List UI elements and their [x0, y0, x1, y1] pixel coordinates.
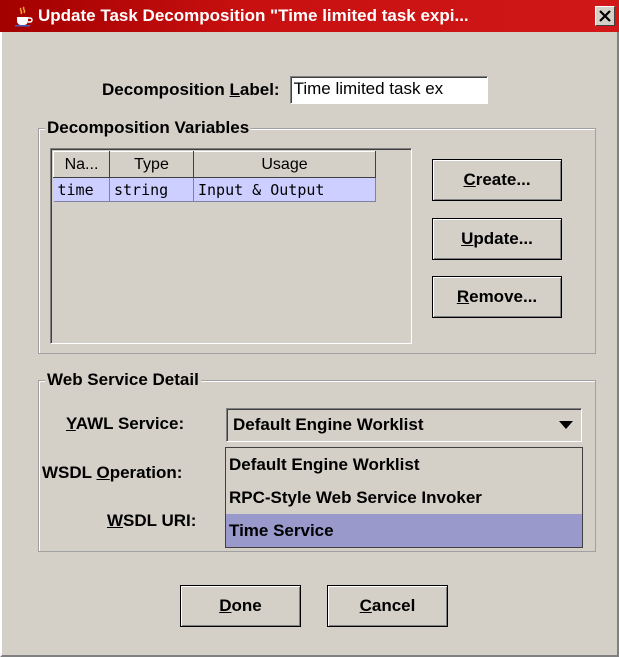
yawl-service-dropdown-list[interactable]: Default Engine Worklist RPC-Style Web Se…	[225, 447, 583, 548]
label-mnemonic: L	[229, 80, 240, 99]
column-header-usage[interactable]: Usage	[193, 151, 376, 178]
yawl-label-text: AWL Service:	[75, 414, 185, 433]
create-button[interactable]: Create...	[432, 159, 562, 201]
label-prefix: Decomposition	[102, 80, 230, 99]
update-label: pdate...	[473, 229, 533, 248]
done-label: one	[231, 596, 262, 615]
cancel-label: ancel	[371, 596, 416, 615]
update-mnemonic: U	[461, 229, 474, 248]
wsdl-uri-text: SDL URI:	[123, 511, 197, 530]
yawl-service-select[interactable]: Default Engine Worklist	[226, 408, 582, 442]
wsdl-op-prefix: WSDL	[42, 463, 97, 482]
update-button[interactable]: Update...	[432, 218, 562, 260]
close-button[interactable]	[595, 6, 615, 26]
wsdl-op-text: peration:	[109, 463, 183, 482]
remove-button[interactable]: Remove...	[432, 276, 562, 318]
wsdl-operation-label: WSDL Operation:	[42, 463, 182, 483]
done-mnemonic: D	[219, 596, 232, 615]
cancel-button[interactable]: Cancel	[327, 585, 448, 627]
cell-usage[interactable]: Input & Output	[193, 177, 376, 202]
table-header: Na... Type Usage	[53, 151, 376, 178]
decomposition-label-row: Decomposition Label: Time limited task e…	[102, 76, 488, 104]
cell-type[interactable]: string	[109, 177, 194, 202]
column-header-name[interactable]: Na...	[53, 151, 110, 178]
yawl-mnemonic: Y	[66, 414, 76, 433]
java-cup-icon	[15, 6, 33, 27]
decomposition-label-input[interactable]: Time limited task ex	[289, 76, 488, 104]
dropdown-option-highlighted[interactable]: Time Service	[226, 514, 582, 547]
dropdown-arrow-icon[interactable]	[551, 421, 581, 429]
wsdl-uri-mnemonic: W	[107, 511, 124, 530]
decomposition-label: Decomposition Label:	[102, 80, 280, 100]
table-row[interactable]: time string Input & Output	[53, 177, 376, 202]
window-title: Update Task Decomposition "Time limited …	[38, 6, 469, 25]
create-mnemonic: C	[463, 170, 476, 189]
dropdown-option[interactable]: Default Engine Worklist	[226, 448, 582, 481]
column-header-type[interactable]: Type	[109, 151, 194, 178]
group-title: Decomposition Variables	[45, 118, 252, 138]
label-suffix: abel:	[239, 80, 280, 99]
group-title: Web Service Detail	[45, 370, 201, 390]
wsdl-uri-label: WSDL URI:	[107, 511, 196, 531]
remove-mnemonic: R	[456, 287, 470, 306]
yawl-service-value: Default Engine Worklist	[233, 415, 424, 434]
cancel-mnemonic: C	[359, 596, 372, 615]
remove-label: emove...	[469, 287, 538, 306]
dropdown-option[interactable]: RPC-Style Web Service Invoker	[226, 481, 582, 514]
wsdl-op-mnemonic: O	[96, 463, 110, 482]
create-label: reate...	[475, 170, 531, 189]
variables-table[interactable]: Na... Type Usage time string Input & Out…	[50, 148, 412, 344]
cell-name[interactable]: time	[53, 177, 110, 202]
title-bar[interactable]: Update Task Decomposition "Time limited …	[0, 0, 619, 32]
close-icon	[599, 10, 611, 22]
done-button[interactable]: Done	[180, 585, 301, 627]
yawl-service-label: YAWL Service:	[66, 414, 184, 434]
